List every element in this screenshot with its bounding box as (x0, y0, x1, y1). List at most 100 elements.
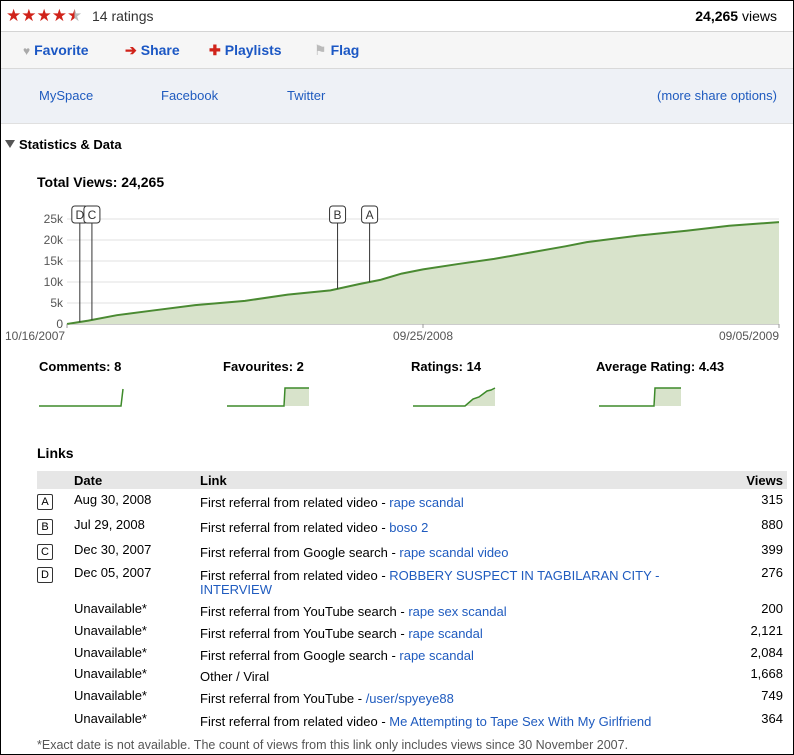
row-link-prefix: First referral from related video - (200, 495, 390, 510)
row-views: 2,121 (750, 623, 783, 638)
row-link[interactable]: /user/spyeye88 (366, 691, 454, 706)
ratings-sparkline (413, 387, 496, 407)
row-link[interactable]: rape scandal video (399, 545, 508, 560)
table-row: Unavailable* First referral from YouTube … (37, 623, 787, 643)
row-link-text: First referral from related video - Me A… (200, 714, 651, 729)
y-tick-label: 25k (44, 212, 64, 226)
event-marker-badge: B (37, 519, 53, 535)
favorite-label: Favorite (34, 42, 89, 58)
star-icon: ★ (36, 6, 52, 25)
average-rating-stat: Average Rating: 4.43 (596, 359, 725, 374)
row-link[interactable]: rape scandal (389, 495, 463, 510)
row-link[interactable]: rape scandal (399, 648, 473, 663)
row-link[interactable]: rape sex scandal (408, 604, 506, 619)
y-tick-label: 15k (44, 254, 64, 268)
row-views: 1,668 (750, 666, 783, 681)
link-column-header: Link (200, 473, 227, 488)
half-star-icon: ★ (67, 6, 83, 25)
comments-sparkline (39, 388, 124, 407)
date-column-header: Date (74, 473, 103, 488)
views-column-header: Views (746, 473, 783, 488)
statistics-header[interactable]: Statistics & Data (19, 137, 122, 152)
rating-bar: ★★★★★ 14 ratings 24,265 views (1, 1, 793, 32)
row-link-text: First referral from YouTube - /user/spye… (200, 691, 454, 706)
row-views: 200 (761, 601, 783, 616)
row-views: 880 (761, 517, 783, 532)
total-views: Total Views: 24,265 (37, 174, 165, 190)
star-icon: ★ (6, 6, 22, 25)
flag-button[interactable]: ⚑ Flag (314, 42, 359, 59)
flag-label: Flag (330, 42, 360, 58)
row-date: Aug 30, 2008 (74, 492, 152, 507)
playlists-button[interactable]: ✚ Playlists (209, 42, 282, 59)
row-date: Unavailable* (74, 711, 147, 726)
row-link-text: First referral from related video - boso… (200, 520, 428, 535)
event-marker-badge: D (37, 567, 53, 583)
action-bar: ♥ Favorite ➔ Share ✚ Playlists ⚑ Flag (1, 32, 793, 69)
collapse-triangle-icon[interactable] (5, 140, 15, 148)
table-row: Unavailable* First referral from Google s… (37, 645, 787, 665)
row-link[interactable]: boso 2 (389, 520, 428, 535)
share-myspace-link[interactable]: MySpace (39, 88, 93, 103)
row-link[interactable]: rape scandal (408, 626, 482, 641)
row-link[interactable]: ROBBERY SUSPECT IN TAGBILARAN CITY - (389, 568, 659, 583)
footnote: *Exact date is not available. The count … (37, 738, 629, 752)
table-row: Unavailable* First referral from YouTube … (37, 688, 787, 708)
table-row: Unavailable* Other / Viral 1,668 (37, 666, 787, 686)
row-date: Unavailable* (74, 688, 147, 703)
share-button[interactable]: ➔ Share (125, 42, 180, 59)
heart-icon: ♥ (23, 44, 31, 58)
row-link-prefix: First referral from YouTube - (200, 691, 366, 706)
row-date: Dec 05, 2007 (74, 565, 152, 580)
share-twitter-link[interactable]: Twitter (287, 88, 325, 103)
row-link-text: First referral from Google search - rape… (200, 545, 509, 560)
row-link-text: First referral from related video - ROBB… (200, 568, 659, 583)
links-table-header: Date Link Views (37, 471, 787, 489)
y-tick-label: 10k (44, 275, 64, 289)
x-tick-label: 10/16/2007 (5, 329, 65, 343)
row-date: Unavailable* (74, 666, 147, 681)
y-tick-label: 5k (50, 296, 64, 310)
y-tick-label: 20k (44, 233, 64, 247)
row-date: Dec 30, 2007 (74, 542, 152, 557)
star-rating[interactable]: ★★★★★ (6, 1, 82, 31)
plus-icon: ✚ (209, 42, 221, 58)
row-date: Unavailable* (74, 623, 147, 638)
favorite-button[interactable]: ♥ Favorite (23, 42, 89, 58)
share-label: Share (140, 42, 180, 58)
share-facebook-link[interactable]: Facebook (161, 88, 218, 103)
table-row: Unavailable* First referral from YouTube … (37, 601, 787, 621)
row-link-prefix: Other / Viral (200, 669, 270, 684)
row-link-text: First referral from related video - rape… (200, 495, 464, 510)
row-date: Unavailable* (74, 601, 147, 616)
links-title: Links (37, 445, 74, 461)
share-options-bar: MySpace Facebook Twitter (more share opt… (1, 69, 793, 124)
row-link-prefix: First referral from YouTube search - (200, 626, 409, 641)
views-count: 24,265 views (695, 8, 777, 24)
row-link-prefix: First referral from related video - (200, 568, 390, 583)
arrow-right-icon: ➔ (125, 42, 137, 58)
flag-icon: ⚑ (314, 42, 327, 58)
row-link[interactable]: Me Attempting to Tape Sex With My Girlfr… (389, 714, 651, 729)
table-row: Unavailable* First referral from related … (37, 711, 787, 731)
table-row: C Dec 30, 2007 First referral from Google … (37, 542, 787, 562)
row-date: Unavailable* (74, 645, 147, 660)
star-icon: ★ (51, 6, 67, 25)
table-row: B Jul 29, 2008 First referral from related… (37, 517, 787, 537)
row-views: 315 (761, 492, 783, 507)
video-stats-panel: ★★★★★ 14 ratings 24,265 views ♥ Favorite … (0, 0, 794, 755)
row-views: 2,084 (750, 645, 783, 660)
comments-stat: Comments: 8 (39, 359, 122, 374)
more-share-options-link[interactable]: (more share options) (657, 88, 777, 103)
views-number: 24,265 (695, 8, 739, 24)
views-chart: 05k10k15k20k25k10/16/2007 09/25/2008 09/05… (5, 205, 780, 343)
row-link-prefix: First referral from YouTube search - (200, 604, 409, 619)
row-views: 364 (761, 711, 783, 726)
favourites-stat: Favourites: 2 (223, 359, 304, 374)
ratings-stat: Ratings: 14 (411, 359, 482, 374)
table-row: D Dec 05, 2007 First referral from related… (37, 565, 787, 597)
favourites-sparkline (227, 387, 309, 407)
event-marker-badge: A (37, 494, 53, 510)
row-link-continued[interactable]: INTERVIEW (200, 582, 272, 597)
table-row: A Aug 30, 2008 First referral from related… (37, 492, 787, 512)
